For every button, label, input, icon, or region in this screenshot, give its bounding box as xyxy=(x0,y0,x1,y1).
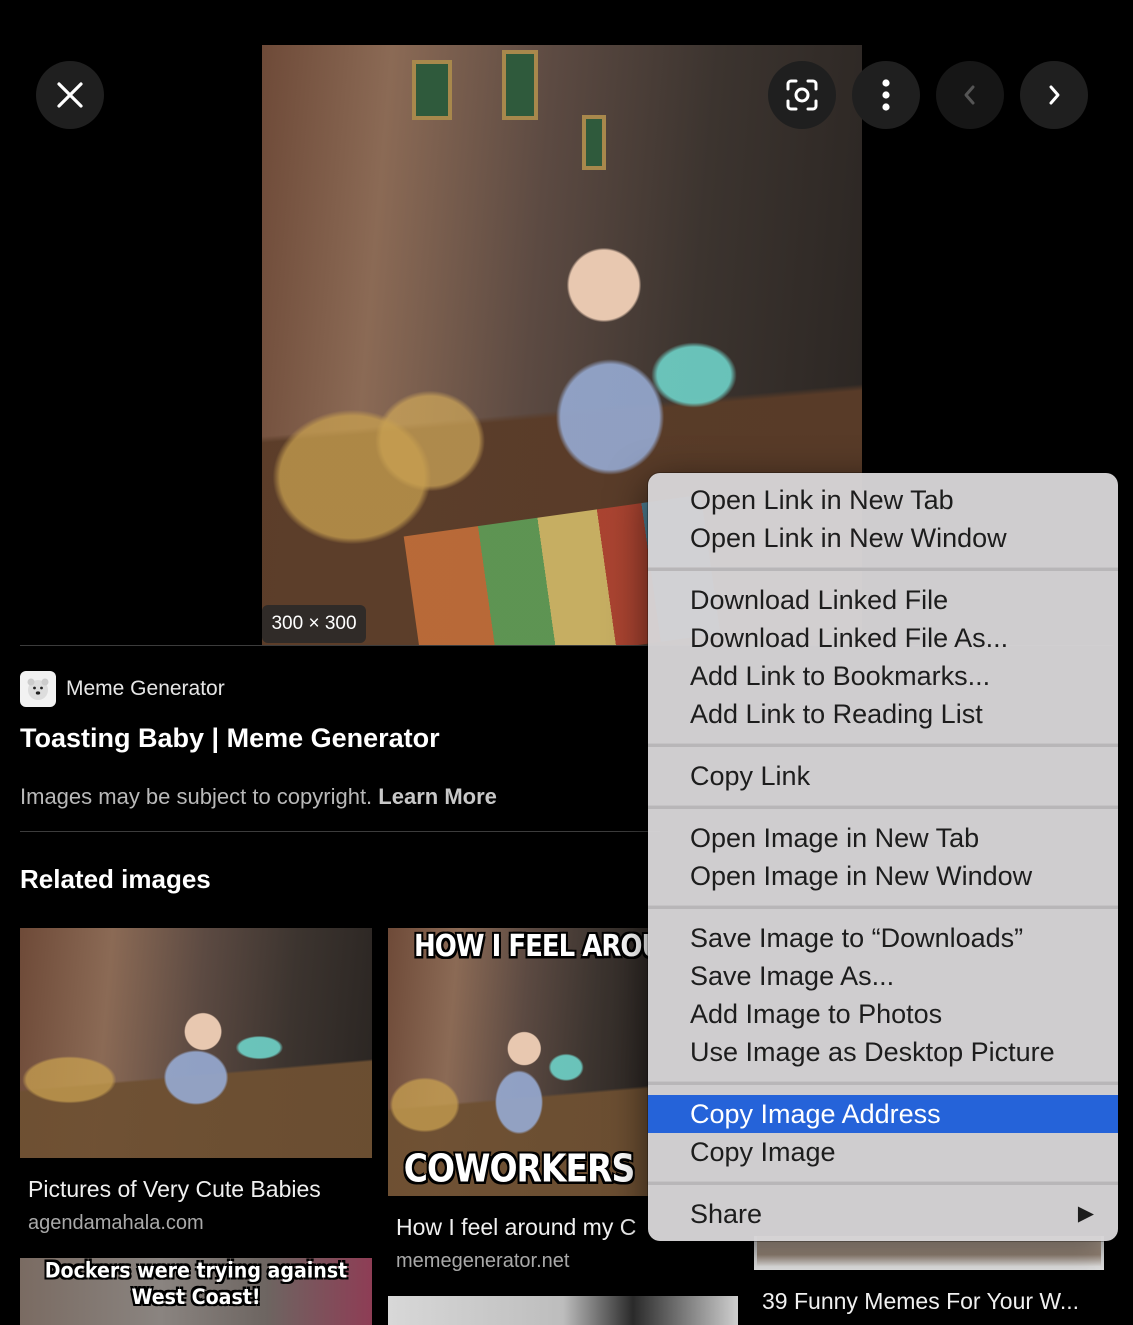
menu-share-label: Share xyxy=(690,1199,763,1229)
menu-copy-image-address[interactable]: Copy Image Address xyxy=(648,1095,1118,1133)
menu-share[interactable]: Share ▶ xyxy=(648,1195,1118,1233)
more-options-button[interactable] xyxy=(852,61,920,129)
image-dimensions-badge: 300 × 300 xyxy=(262,605,366,643)
menu-download-linked-file-as[interactable]: Download Linked File As... xyxy=(648,619,1118,657)
polar-bear-icon xyxy=(27,678,49,700)
related-image-caption[interactable]: Pictures of Very Cute Babies xyxy=(28,1176,373,1203)
chevron-right-icon xyxy=(1049,85,1060,105)
menu-separator xyxy=(648,743,1118,747)
related-image-thumbnail[interactable] xyxy=(754,1236,1104,1270)
meme-bottom-text: COWORKERS xyxy=(403,1146,635,1191)
menu-use-image-desktop[interactable]: Use Image as Desktop Picture xyxy=(648,1033,1118,1071)
context-menu: Open Link in New Tab Open Link in New Wi… xyxy=(648,473,1118,1241)
chevron-left-icon xyxy=(964,85,975,105)
lens-search-button[interactable] xyxy=(768,61,836,129)
copyright-notice: Images may be subject to copyright. Lear… xyxy=(20,784,497,810)
related-images-heading: Related images xyxy=(20,864,211,894)
wall-frame xyxy=(412,60,452,120)
menu-open-link-new-window[interactable]: Open Link in New Window xyxy=(648,519,1118,557)
lens-icon xyxy=(786,79,818,111)
menu-open-image-new-tab[interactable]: Open Image in New Tab xyxy=(648,819,1118,857)
menu-separator xyxy=(648,1081,1118,1085)
related-image-domain: agendamahala.com xyxy=(28,1212,204,1234)
menu-separator xyxy=(648,1181,1118,1185)
menu-save-image-downloads[interactable]: Save Image to “Downloads” xyxy=(648,919,1118,957)
divider xyxy=(20,831,660,832)
source-link[interactable]: Meme Generator xyxy=(20,671,225,707)
menu-add-link-bookmarks[interactable]: Add Link to Bookmarks... xyxy=(648,657,1118,695)
next-image-button[interactable] xyxy=(1020,61,1088,129)
menu-download-linked-file[interactable]: Download Linked File xyxy=(648,581,1118,619)
related-image-caption[interactable]: 39 Funny Memes For Your W... xyxy=(762,1288,1122,1315)
more-vert-icon xyxy=(882,79,890,111)
related-image-thumbnail[interactable]: HOW I FEEL AROUN COWORKERS xyxy=(388,928,650,1196)
learn-more-link[interactable]: Learn More xyxy=(378,784,497,809)
submenu-arrow-icon: ▶ xyxy=(1077,1202,1094,1225)
wall-frame xyxy=(502,50,538,120)
meme-top-text: Dockers were trying against West Coast! xyxy=(44,1258,348,1310)
previous-image-button[interactable] xyxy=(936,61,1004,129)
menu-add-link-reading-list[interactable]: Add Link to Reading List xyxy=(648,695,1118,733)
related-image-thumbnail[interactable] xyxy=(388,1296,738,1325)
close-icon xyxy=(57,82,83,108)
meme-top-text: HOW I FEEL AROUN xyxy=(414,929,650,965)
source-name: Meme Generator xyxy=(66,677,225,700)
site-favicon xyxy=(20,671,56,707)
menu-copy-image[interactable]: Copy Image xyxy=(648,1133,1118,1171)
menu-separator xyxy=(648,567,1118,571)
menu-copy-link[interactable]: Copy Link xyxy=(648,757,1118,795)
copyright-text: Images may be subject to copyright. xyxy=(20,784,373,809)
menu-separator xyxy=(648,805,1118,809)
page-title[interactable]: Toasting Baby | Meme Generator xyxy=(20,723,440,754)
wall-frame xyxy=(582,115,606,170)
related-image-thumbnail[interactable] xyxy=(20,928,372,1158)
related-image-caption[interactable]: How I feel around my C xyxy=(396,1214,648,1241)
related-image-domain: memegenerator.net xyxy=(396,1250,570,1272)
close-button[interactable] xyxy=(36,61,104,129)
related-image-thumbnail[interactable]: Dockers were trying against West Coast! xyxy=(20,1258,372,1325)
menu-add-image-photos[interactable]: Add Image to Photos xyxy=(648,995,1118,1033)
menu-save-image-as[interactable]: Save Image As... xyxy=(648,957,1118,995)
menu-open-link-new-tab[interactable]: Open Link in New Tab xyxy=(648,481,1118,519)
menu-separator xyxy=(648,905,1118,909)
menu-open-image-new-window[interactable]: Open Image in New Window xyxy=(648,857,1118,895)
